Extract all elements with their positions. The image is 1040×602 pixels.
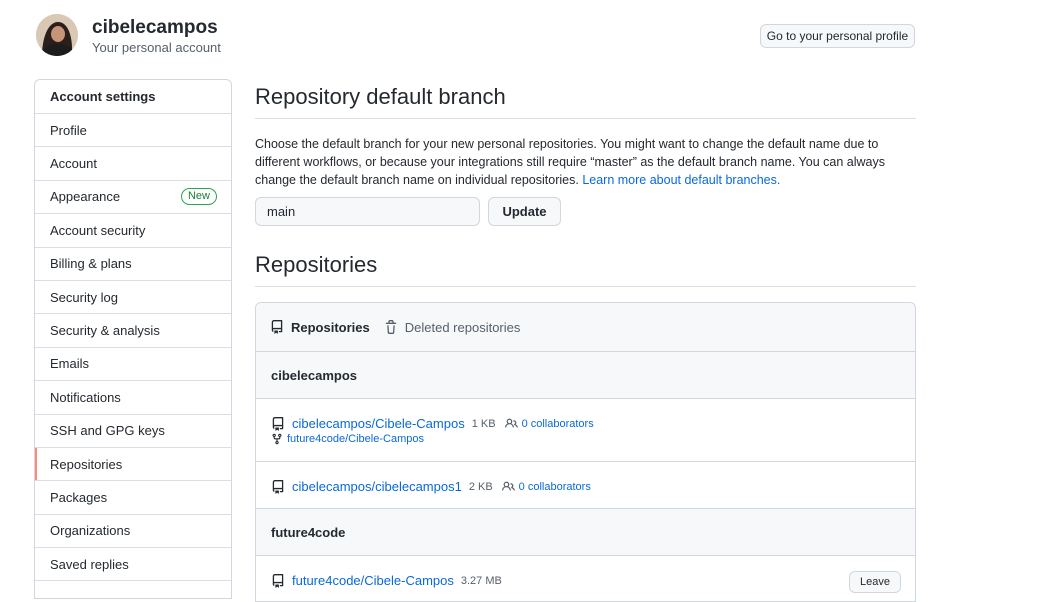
sidebar-item-label: Security & analysis: [50, 323, 160, 339]
sidebar-item-emails[interactable]: Emails: [35, 348, 231, 382]
settings-sidebar: Account settings Profile Account Appearanc…: [34, 79, 232, 599]
account-username: cibelecampos: [92, 17, 218, 38]
repo-link[interactable]: future4code/Cibele-Campos: [292, 573, 454, 588]
repo-row: future4code/Cibele-Campos 3.27 MB Leave: [256, 556, 915, 601]
sidebar-item-label: Packages: [50, 489, 108, 505]
learn-more-link[interactable]: Learn more about default branches.: [582, 173, 780, 187]
sidebar-item-label: Security log: [50, 289, 118, 305]
sidebar-item-saved-replies[interactable]: Saved replies: [35, 548, 231, 582]
sidebar-item-label: Account: [50, 156, 97, 172]
people-icon: [501, 480, 515, 493]
leave-button[interactable]: Leave: [849, 571, 901, 593]
repo-size: 3.27 MB: [460, 574, 502, 587]
owner-group-header: future4code: [256, 509, 915, 556]
people-icon: [504, 417, 518, 430]
repo-icon: [271, 479, 285, 494]
sidebar-item-label: Repositories: [50, 456, 123, 472]
repo-link[interactable]: cibelecampos/Cibele-Campos: [292, 416, 465, 431]
sidebar-item-organizations[interactable]: Organizations: [35, 515, 231, 549]
sidebar-heading: Account settings: [35, 80, 231, 114]
new-badge: New: [180, 188, 217, 206]
repo-icon: [270, 320, 284, 334]
repositories-box: Repositories Deleted repositories cibele…: [255, 302, 916, 602]
sidebar-item-account-security[interactable]: Account security: [35, 214, 231, 248]
sidebar-item-profile[interactable]: Profile: [35, 114, 231, 148]
sidebar-item-ssh-and-gpg-keys[interactable]: SSH and GPG keys: [35, 415, 231, 448]
tab-deleted-label: Deleted repositories: [404, 319, 521, 335]
repo-link[interactable]: cibelecampos/cibelecampos1: [292, 479, 462, 494]
sidebar-item-label: SSH and GPG keys: [50, 423, 165, 439]
update-button[interactable]: Update: [488, 197, 561, 226]
sidebar-item-repositories[interactable]: Repositories: [35, 447, 231, 482]
repo-icon: [271, 416, 285, 431]
repositories-tabs: Repositories Deleted repositories: [256, 303, 915, 352]
collaborators-count: 0 collaborators: [521, 417, 594, 430]
repo-size: 1 KB: [471, 417, 496, 430]
go-to-profile-button[interactable]: Go to your personal profile: [760, 24, 915, 48]
default-branch-input[interactable]: [255, 197, 480, 226]
description-text: Choose the default branch for your new p…: [255, 137, 885, 187]
sidebar-item-billing-plans[interactable]: Billing & plans: [35, 248, 231, 281]
fork-source-link[interactable]: future4code/Cibele-Campos: [287, 433, 424, 445]
repo-row: cibelecampos/Cibele-Campos 1 KB 0 collab…: [256, 399, 915, 462]
divider: [255, 118, 916, 119]
collaborators-count: 0 collaborators: [518, 480, 591, 493]
repo-size: 2 KB: [468, 480, 493, 493]
sidebar-item-label: Account security: [50, 222, 146, 238]
sidebar-item-label: Appearance: [50, 189, 121, 205]
repo-icon: [271, 573, 285, 588]
repo-row: cibelecampos/cibelecampos1 2 KB 0 collab…: [256, 462, 915, 509]
repositories-title: Repositories: [255, 252, 378, 277]
divider: [255, 286, 916, 287]
sidebar-item-account[interactable]: Account: [35, 147, 231, 181]
trash-icon: [384, 320, 398, 334]
sidebar-item-notifications[interactable]: Notifications: [35, 381, 231, 415]
avatar[interactable]: [36, 14, 78, 56]
owner-group-header: cibelecampos: [256, 352, 915, 399]
sidebar-item-label: Billing & plans: [50, 256, 132, 272]
sidebar-item-label: Profile: [50, 122, 87, 138]
sidebar-item-label: Organizations: [50, 523, 131, 539]
sidebar-item-label: Emails: [50, 356, 90, 372]
collaborators-link[interactable]: 0 collaborators: [501, 480, 591, 493]
sidebar-item-security-analysis[interactable]: Security & analysis: [35, 314, 231, 348]
sidebar-item-label: Notifications: [50, 389, 121, 405]
collaborators-link[interactable]: 0 collaborators: [504, 417, 594, 430]
fork-icon: [271, 433, 283, 445]
tab-repositories[interactable]: Repositories: [270, 320, 370, 335]
sidebar-item-packages[interactable]: Packages: [35, 481, 231, 515]
tab-repositories-label: Repositories: [291, 319, 370, 335]
sidebar-item-label: Saved replies: [50, 556, 129, 572]
sidebar-item-security-log[interactable]: Security log: [35, 281, 231, 315]
default-branch-title: Repository default branch: [255, 84, 506, 109]
default-branch-description: Choose the default branch for your new p…: [255, 135, 915, 189]
sidebar-item-appearance[interactable]: Appearance New: [35, 181, 231, 215]
tab-deleted-repositories[interactable]: Deleted repositories: [384, 319, 521, 335]
account-subtitle: Your personal account: [92, 40, 221, 55]
